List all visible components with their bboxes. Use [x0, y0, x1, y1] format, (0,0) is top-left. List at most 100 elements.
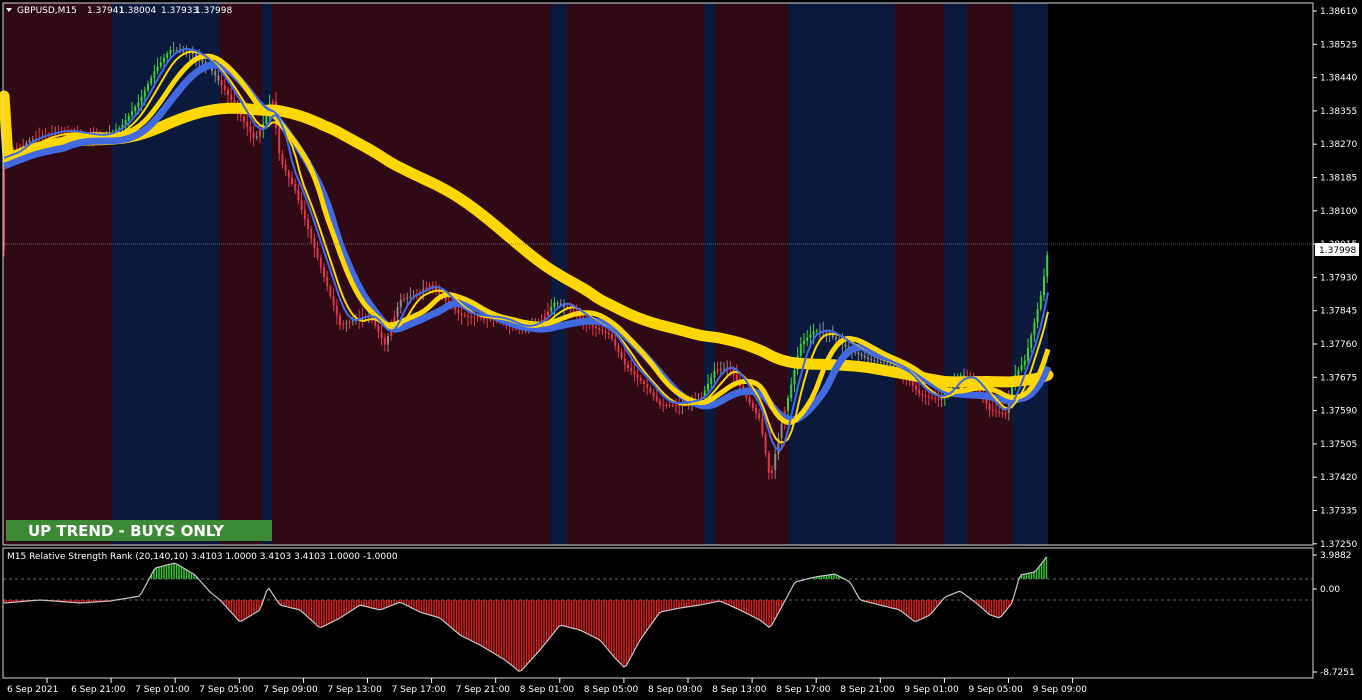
candle-body: [307, 219, 309, 229]
candle-body: [303, 209, 306, 220]
candle-body: [147, 84, 149, 91]
indicator-level-zero: 0.00: [1320, 585, 1340, 595]
high-price: 1.38004: [119, 6, 156, 16]
time-tick-label: 6 Sep 2021: [7, 685, 58, 695]
candle-body: [675, 405, 677, 406]
candle-body: [863, 355, 866, 358]
price-tick-label: 1.38185: [1320, 174, 1357, 184]
candle-body: [457, 310, 460, 314]
current-price-tag: 1.37998: [1315, 243, 1359, 256]
candle-body: [489, 318, 492, 320]
trend-zone-bear: [3, 3, 112, 545]
candle-body: [246, 121, 249, 127]
trend-banner-text: UP TREND - BUYS ONLY: [28, 522, 225, 540]
candle-body: [735, 374, 738, 381]
candle-body: [1020, 365, 1023, 370]
price-tick-label: 1.37250: [1320, 540, 1357, 550]
time-tick-label: 8 Sep 21:00: [840, 685, 895, 695]
candle-body: [614, 339, 617, 346]
time-tick-label: 8 Sep 17:00: [776, 685, 831, 695]
price-tick-label: 1.37675: [1320, 373, 1357, 383]
candle-body: [918, 389, 921, 394]
candle-body: [470, 316, 473, 318]
candle-body: [915, 385, 917, 390]
candle-body: [31, 139, 34, 141]
candle-body: [815, 330, 818, 332]
candle-body: [409, 296, 412, 298]
candle-body: [1033, 322, 1036, 336]
candle-body: [444, 297, 447, 301]
candle-body: [889, 364, 892, 366]
candle-body: [934, 398, 937, 399]
time-tick-label: 7 Sep 01:00: [135, 685, 190, 695]
candle-body: [844, 344, 847, 347]
candle-body: [156, 66, 159, 72]
candle-body: [867, 357, 869, 359]
trend-zone-bull: [1012, 3, 1048, 545]
candle-body: [387, 336, 389, 345]
candle-body: [716, 369, 719, 372]
candle-body: [1017, 369, 1020, 375]
candle-body: [323, 267, 325, 277]
candle-body: [998, 412, 1001, 414]
time-tick-label: 8 Sep 13:00: [712, 685, 767, 695]
candle-body: [28, 140, 31, 143]
candle-body: [591, 324, 594, 327]
candle-body: [169, 50, 172, 54]
candle-body: [860, 354, 863, 356]
candle-body: [790, 384, 793, 398]
candle-body: [799, 344, 802, 356]
candle-body: [988, 404, 991, 410]
candle-body: [761, 418, 764, 435]
candle-body: [787, 398, 789, 411]
candle-body: [329, 286, 332, 297]
candle-body: [479, 317, 482, 319]
candle-body: [351, 320, 354, 322]
candle-body: [220, 80, 223, 86]
candle-body: [931, 397, 933, 399]
candle-body: [995, 410, 997, 412]
time-tick-label: 8 Sep 01:00: [520, 685, 575, 695]
candle-body: [150, 77, 153, 84]
trend-zone-bull: [704, 3, 716, 545]
candle-body: [547, 311, 549, 316]
time-tick-label: 6 Sep 21:00: [71, 685, 126, 695]
time-tick-label: 9 Sep 01:00: [904, 685, 959, 695]
candle-body: [857, 352, 860, 355]
candle-body: [831, 334, 834, 338]
trend-banner: UP TREND - BUYS ONLY: [6, 520, 272, 541]
price-tick-label: 1.37505: [1320, 440, 1357, 450]
candle-body: [707, 384, 709, 391]
candle-body: [1039, 295, 1042, 309]
candle-body: [1023, 360, 1026, 366]
candle-body: [636, 374, 639, 378]
trend-zone-bull: [788, 3, 895, 545]
candle-body: [991, 409, 994, 411]
candle-body: [287, 171, 290, 178]
candle-body: [723, 368, 725, 370]
candle-body: [652, 392, 655, 397]
candle-body: [924, 395, 927, 397]
current-price-value: 1.37998: [1319, 246, 1356, 256]
candle-body: [595, 326, 597, 328]
candle-body: [879, 361, 882, 363]
candle-body: [617, 345, 620, 352]
candle-body: [764, 434, 767, 454]
price-tick-label: 1.38100: [1320, 207, 1357, 217]
candle-body: [227, 89, 229, 95]
trading-chart[interactable]: GBPUSD,M15 1.37941 1.38004 1.37933 1.379…: [0, 0, 1362, 700]
candle-body: [771, 470, 773, 473]
candle-body: [377, 325, 380, 332]
candle-body: [265, 115, 268, 124]
candle-body: [623, 358, 626, 365]
time-tick-label: 9 Sep 05:00: [969, 685, 1024, 695]
trend-zone-bear: [567, 3, 704, 545]
candle-body: [886, 363, 889, 365]
candle-body: [25, 142, 28, 146]
trend-zone-bear: [272, 3, 551, 545]
candle-body: [748, 397, 751, 403]
symbol-header[interactable]: GBPUSD,M15 1.37941 1.38004 1.37933 1.379…: [6, 6, 232, 16]
candle-body: [812, 331, 815, 335]
candle-body: [774, 454, 777, 470]
candle-body: [297, 190, 300, 201]
